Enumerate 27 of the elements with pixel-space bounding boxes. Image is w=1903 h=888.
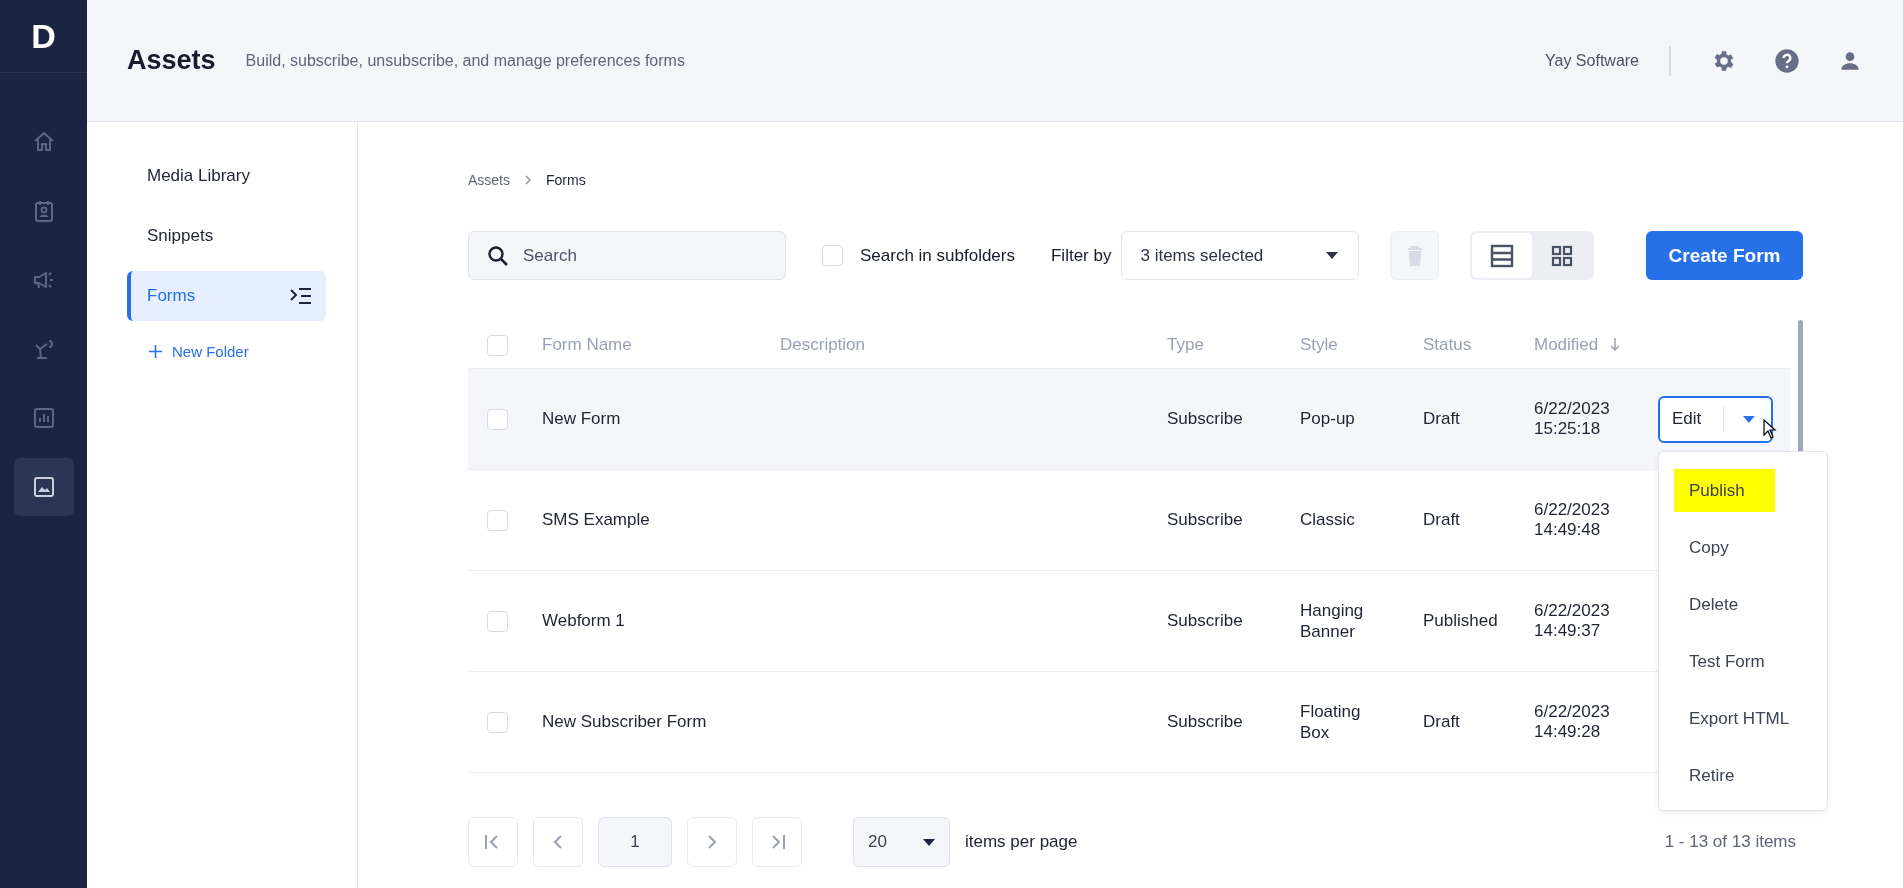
subfolders-label: Search in subfolders	[860, 245, 1015, 266]
status-cell: Published	[1423, 611, 1498, 630]
per-page-label: items per page	[965, 832, 1078, 852]
style-cell-text: Pop-up	[1300, 408, 1356, 430]
style-cell-text: Floating Box	[1300, 700, 1362, 744]
style-cell-text: Classic	[1300, 509, 1356, 531]
status-cell: Draft	[1423, 409, 1460, 428]
type-cell: Subscribe	[1167, 409, 1243, 428]
form-name-cell: SMS Example	[542, 510, 650, 529]
page-title: Assets	[127, 45, 216, 76]
modified-cell-text: 6/22/2023 14:49:37	[1534, 600, 1611, 642]
modified-cell-text: 6/22/2023 15:25:18	[1534, 398, 1611, 440]
modified-cell-text: 6/22/2023 14:49:28	[1534, 701, 1611, 743]
status-cell: Draft	[1423, 712, 1460, 731]
type-cell: Subscribe	[1167, 510, 1243, 529]
form-name-cell: Webform 1	[542, 611, 625, 630]
type-cell: Subscribe	[1167, 611, 1243, 630]
type-cell: Subscribe	[1167, 712, 1243, 731]
status-cell: Draft	[1423, 510, 1460, 529]
items-count: 1 - 13 of 13 items	[1664, 832, 1796, 852]
style-cell-text: Hanging Banner	[1300, 599, 1365, 643]
form-name-cell: New Form	[542, 409, 621, 428]
form-name-cell: New Subscriber Form	[542, 712, 707, 731]
page-subtitle: Build, subscribe, unsubscribe, and manage preferences forms	[245, 51, 685, 70]
modified-cell-text: 6/22/2023 14:49:48	[1534, 499, 1611, 541]
filter-label: Filter by	[1051, 245, 1112, 266]
account-name: Yay Software	[1545, 51, 1639, 70]
